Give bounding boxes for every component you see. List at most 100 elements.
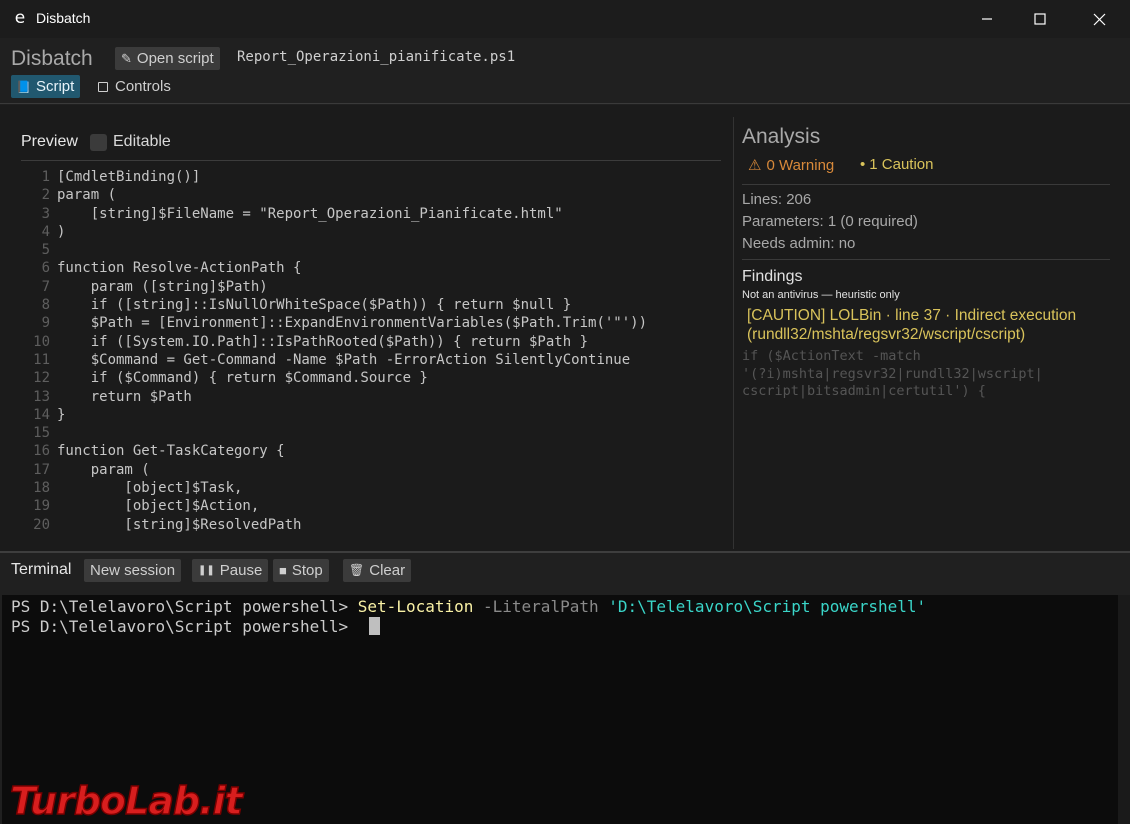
terminal-parameter: -LiteralPath: [473, 597, 609, 616]
analysis-heading: Analysis: [742, 125, 821, 148]
line-number: 17: [33, 461, 50, 478]
new-session-label: New session: [90, 562, 176, 579]
code-line: 11 $Command = Get-Command -Name $Path -E…: [21, 351, 721, 369]
terminal-heading: Terminal: [11, 561, 72, 578]
code-text: [string]$ResolvedPath: [57, 516, 302, 533]
maximize-icon: [1034, 13, 1046, 25]
line-number: 11: [33, 351, 50, 368]
stat-needs-admin: Needs admin: no: [742, 235, 856, 252]
line-number: 1: [41, 169, 50, 185]
preview-pane: Preview Editable 1 [CmdletBinding()] 2 para…: [0, 105, 733, 551]
code-line: 6 function Resolve-ActionPath {: [21, 259, 721, 277]
code-line: 9 $Path = [Environment]::ExpandEnvironme…: [21, 314, 721, 332]
line-number: 3: [41, 205, 50, 222]
brand-title: Disbatch: [11, 47, 93, 70]
finding-item[interactable]: [CAUTION] LOLBin · line 37 · Indirect ex…: [747, 306, 1107, 344]
line-number: 6: [41, 260, 50, 277]
clear-label: Clear: [369, 562, 406, 579]
code-preview[interactable]: 1 [CmdletBinding()] 2 param (3 [string]$Fil…: [21, 168, 721, 534]
code-text: function Resolve-ActionPath {: [57, 260, 302, 277]
line-number: 4: [41, 223, 50, 240]
maximize-button[interactable]: [1011, 0, 1069, 38]
book-icon: 📘: [16, 79, 31, 94]
editable-label: Editable: [113, 133, 171, 150]
line-number: 8: [41, 297, 50, 314]
terminal-scrollbar[interactable]: [1118, 595, 1130, 824]
code-text: if ($Command) { return $Command.Source }: [57, 370, 428, 387]
code-line: 16 function Get-TaskCategory {: [21, 442, 721, 460]
code-text: param ([string]$Path): [57, 278, 268, 295]
new-session-button[interactable]: New session: [84, 559, 182, 582]
code-line: 14}: [21, 406, 721, 424]
line-number: 20: [33, 516, 50, 533]
square-icon: [98, 81, 108, 92]
minimize-button[interactable]: [958, 0, 1016, 38]
code-text: [CmdletBinding()]: [57, 169, 201, 185]
pause-icon: ❚❚: [198, 565, 215, 576]
stop-label: Stop: [291, 562, 323, 579]
findings-disclaimer: Not an antivirus — heuristic only: [742, 289, 900, 301]
code-line: 17 param (: [21, 461, 721, 479]
stop-icon: ■: [279, 563, 287, 578]
line-number: 18: [33, 480, 50, 497]
code-line: 10 if ([System.IO.Path]::IsPathRooted($P…: [21, 333, 721, 351]
pencil-icon: ✎: [121, 51, 132, 66]
stat-lines: Lines: 206: [742, 191, 812, 208]
editable-toggle[interactable]: Editable: [90, 133, 171, 151]
terminal-line: PS D:\Telelavoro\Script powershell> Set-…: [11, 597, 1118, 617]
code-line: 5: [21, 241, 721, 259]
terminal-prompt: PS D:\Telelavoro\Script powershell>: [11, 597, 358, 616]
line-number: 16: [33, 443, 50, 460]
line-number: 2: [41, 187, 50, 204]
code-text: param (: [57, 461, 150, 478]
terminal-cursor[interactable]: [368, 617, 380, 635]
app-header: Disbatch ✎ Open script Report_Operazioni…: [0, 38, 1130, 104]
code-text: $Command = Get-Command -Name $Path -Erro…: [57, 351, 631, 368]
code-text: ): [57, 223, 66, 240]
analysis-divider: [742, 184, 1110, 185]
line-number: 5: [41, 242, 50, 259]
pane-divider[interactable]: [733, 117, 734, 549]
preview-heading: Preview: [21, 133, 78, 150]
tab-script[interactable]: 📘 Script: [11, 75, 81, 98]
pause-button[interactable]: ❚❚ Pause: [192, 559, 269, 582]
analysis-divider: [742, 259, 1110, 260]
line-number: 15: [33, 425, 50, 442]
clear-button[interactable]: 🗑 Clear: [343, 559, 412, 582]
stop-button[interactable]: ■ Stop: [273, 559, 329, 582]
warning-count: ⚠ 0 Warning: [748, 156, 834, 175]
trash-icon: 🗑: [349, 563, 365, 577]
code-text: param (: [57, 187, 117, 204]
code-text: return $Path: [57, 388, 192, 405]
app-icon: e: [14, 8, 26, 28]
stat-parameters: Parameters: 1 (0 required): [742, 213, 918, 230]
script-file-name: Report_Operazioni_pianificate.ps1: [237, 49, 516, 65]
code-text: [object]$Task,: [57, 480, 243, 497]
open-script-button[interactable]: ✎ Open script: [115, 47, 220, 70]
open-script-label: Open script: [136, 50, 214, 67]
line-number: 13: [33, 388, 50, 405]
code-text: if ([System.IO.Path]::IsPathRooted($Path…: [57, 333, 589, 350]
line-number: 10: [33, 333, 50, 350]
line-number: 12: [33, 370, 50, 387]
terminal-string: 'D:\Telelavoro\Script powershell': [608, 597, 927, 616]
line-number: 7: [41, 278, 50, 295]
code-text: [object]$Action,: [57, 498, 260, 515]
tab-controls[interactable]: Controls: [98, 75, 171, 98]
code-text: if ([string]::IsNullOrWhiteSpace($Path))…: [57, 297, 572, 314]
window-title: Disbatch: [36, 10, 91, 26]
terminal-prompt: PS D:\Telelavoro\Script powershell>: [11, 617, 358, 636]
turbolab-watermark-logo: TurboLab.it: [9, 778, 246, 822]
close-icon: [1093, 13, 1105, 25]
code-text: }: [57, 406, 66, 423]
terminal-toolbar: Terminal New session ❚❚ Pause ■ Stop 🗑 C…: [0, 553, 1130, 591]
code-line: 2 param (: [21, 186, 721, 204]
code-line: 18 [object]$Task,: [21, 479, 721, 497]
tab-controls-label: Controls: [115, 78, 171, 95]
code-text: $Path = [Environment]::ExpandEnvironment…: [57, 315, 648, 332]
line-number: 14: [33, 406, 50, 423]
code-line: 8 if ([string]::IsNullOrWhiteSpace($Path…: [21, 296, 721, 314]
editable-checkbox[interactable]: [90, 133, 107, 151]
close-button[interactable]: [1070, 0, 1128, 38]
code-line: 4): [21, 223, 721, 241]
